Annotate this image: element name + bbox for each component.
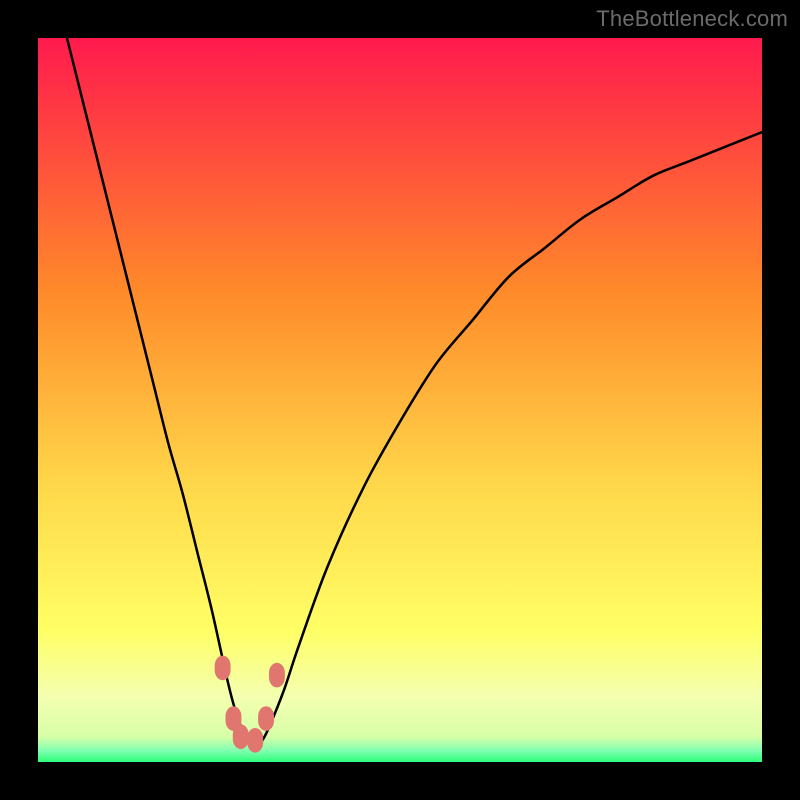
chart-frame: TheBottleneck.com — [0, 0, 800, 800]
plot-area — [38, 38, 762, 762]
watermark-text: TheBottleneck.com — [596, 6, 788, 32]
curve-marker — [215, 656, 231, 681]
bottleneck-curve — [38, 38, 762, 762]
curve-marker — [258, 706, 274, 731]
curve-marker — [269, 663, 285, 688]
curve-marker — [247, 728, 263, 753]
curve-marker — [233, 724, 249, 749]
